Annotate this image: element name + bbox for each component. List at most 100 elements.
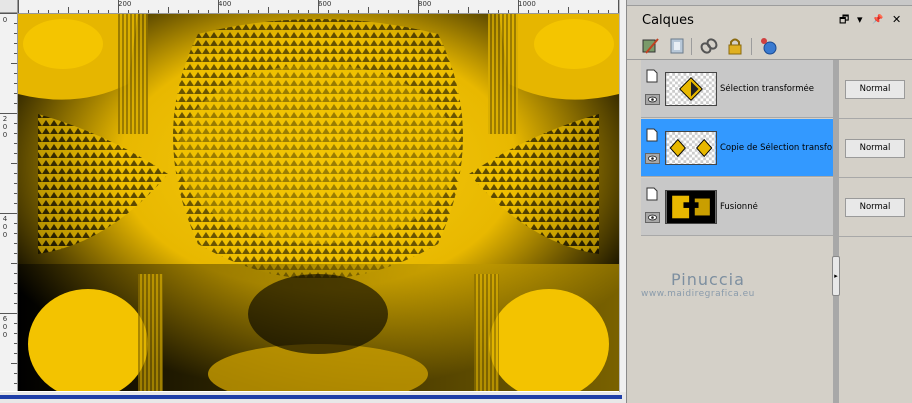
ruler-tick <box>218 0 219 13</box>
layer-name[interactable]: Sélection transformée <box>720 84 832 94</box>
ruler-tick <box>528 10 529 13</box>
ruler-tick <box>14 103 17 104</box>
layer-thumbnail <box>665 72 717 106</box>
mask-icon[interactable] <box>667 36 687 56</box>
layer-document-icon <box>646 128 658 142</box>
image-canvas[interactable] <box>18 14 619 391</box>
eye-icon[interactable] <box>645 153 660 164</box>
blend-divider <box>833 177 912 178</box>
ruler-tick <box>0 213 17 214</box>
layer-row-selection-transformee[interactable]: Sélection transformée <box>641 60 833 118</box>
layer-row-fusionne[interactable]: Fusionné <box>641 178 833 236</box>
ruler-tick <box>438 10 439 13</box>
layer-name[interactable]: Fusionné <box>720 202 832 212</box>
ruler-tick <box>198 10 199 13</box>
eye-icon[interactable] <box>645 94 660 105</box>
ruler-tick <box>498 10 499 13</box>
layer-list-scrollbar[interactable] <box>833 60 839 403</box>
dock-icon[interactable]: 🗗 <box>839 13 849 27</box>
ruler-tick <box>14 243 17 244</box>
layer-visibility-column <box>642 178 662 236</box>
ruler-tick <box>14 233 17 234</box>
link-icon[interactable] <box>699 36 719 56</box>
ruler-tick <box>14 353 17 354</box>
panel-header: Calques 🗗 ▾ 📌 ✕ <box>627 10 912 32</box>
ruler-tick <box>478 10 479 13</box>
ruler-tick <box>14 293 17 294</box>
ruler-tick <box>14 183 17 184</box>
ruler-left-label: 0 <box>2 123 8 131</box>
ruler-tick <box>11 363 17 364</box>
ruler-tick <box>14 283 17 284</box>
ruler-tick <box>14 43 17 44</box>
lock-icon[interactable] <box>725 36 745 56</box>
ruler-left-label: 2 <box>2 115 8 123</box>
ruler-tick <box>58 10 59 13</box>
ruler-tick <box>68 7 69 13</box>
ruler-tick <box>14 143 17 144</box>
ruler-top: 200 400 600 800 1000 <box>18 0 619 14</box>
ruler-top-label: 800 <box>418 0 432 8</box>
layer-thumbnail <box>665 190 717 224</box>
watermark-url: www.maidiregrafica.eu <box>641 289 755 299</box>
vertical-scrollbar[interactable] <box>619 0 626 392</box>
ruler-tick <box>14 173 17 174</box>
horizontal-scrollbar-thumb[interactable] <box>0 395 622 399</box>
blend-mode-button[interactable]: Normal <box>845 198 905 217</box>
ruler-tick <box>278 10 279 13</box>
ruler-corner <box>0 0 18 13</box>
ruler-top-label: 1000 <box>518 0 536 8</box>
ruler-tick <box>508 10 509 13</box>
ruler-tick <box>108 10 109 13</box>
layer-properties-icon[interactable] <box>641 36 661 56</box>
ruler-tick <box>38 10 39 13</box>
blend-mode-button[interactable]: Normal <box>845 80 905 99</box>
layer-row-copie-selection-transformee[interactable]: Copie de Sélection transformée <box>641 119 833 177</box>
panel-top-strip <box>627 0 912 6</box>
ruler-tick <box>548 10 549 13</box>
ruler-tick <box>138 10 139 13</box>
ruler-top-label: 600 <box>318 0 332 8</box>
ruler-tick <box>598 10 599 13</box>
ruler-tick <box>0 13 17 14</box>
layer-document-icon <box>646 69 658 83</box>
ruler-tick <box>448 10 449 13</box>
ruler-left-label: 6 <box>2 315 8 323</box>
ruler-top-label: 200 <box>118 0 132 8</box>
ruler-tick <box>14 133 17 134</box>
ruler-tick <box>428 10 429 13</box>
new-layer-icon[interactable] <box>759 36 779 56</box>
ruler-tick <box>14 383 17 384</box>
toolbar-separator <box>751 38 752 55</box>
close-icon[interactable]: ✕ <box>892 13 901 27</box>
ruler-tick <box>0 313 17 314</box>
ruler-tick <box>88 10 89 13</box>
ruler-tick <box>268 7 269 13</box>
layer-name[interactable]: Copie de Sélection transformée <box>720 143 832 153</box>
ruler-tick <box>608 10 609 13</box>
panel-splitter-handle[interactable]: ▸ <box>832 256 840 296</box>
ruler-tick <box>368 7 369 13</box>
ruler-tick <box>14 253 17 254</box>
ruler-tick <box>11 263 17 264</box>
ruler-tick <box>578 10 579 13</box>
ruler-left-label: 0 <box>2 331 8 339</box>
panel-menu-icon[interactable]: ▾ <box>857 13 863 27</box>
pin-icon[interactable]: 📌 <box>872 13 883 27</box>
ruler-tick <box>14 93 17 94</box>
ruler-tick <box>208 10 209 13</box>
panel-title: Calques <box>642 13 694 28</box>
ruler-tick <box>538 10 539 13</box>
ruler-tick <box>14 83 17 84</box>
ruler-tick <box>0 113 17 114</box>
eye-icon[interactable] <box>645 212 660 223</box>
ruler-tick <box>258 10 259 13</box>
horizontal-scrollbar[interactable] <box>0 392 626 403</box>
ruler-tick <box>14 323 17 324</box>
blend-mode-button[interactable]: Normal <box>845 139 905 158</box>
ruler-tick <box>408 10 409 13</box>
layers-toolbar <box>627 34 912 60</box>
ruler-tick <box>14 333 17 334</box>
ruler-tick <box>348 10 349 13</box>
ruler-tick <box>398 10 399 13</box>
